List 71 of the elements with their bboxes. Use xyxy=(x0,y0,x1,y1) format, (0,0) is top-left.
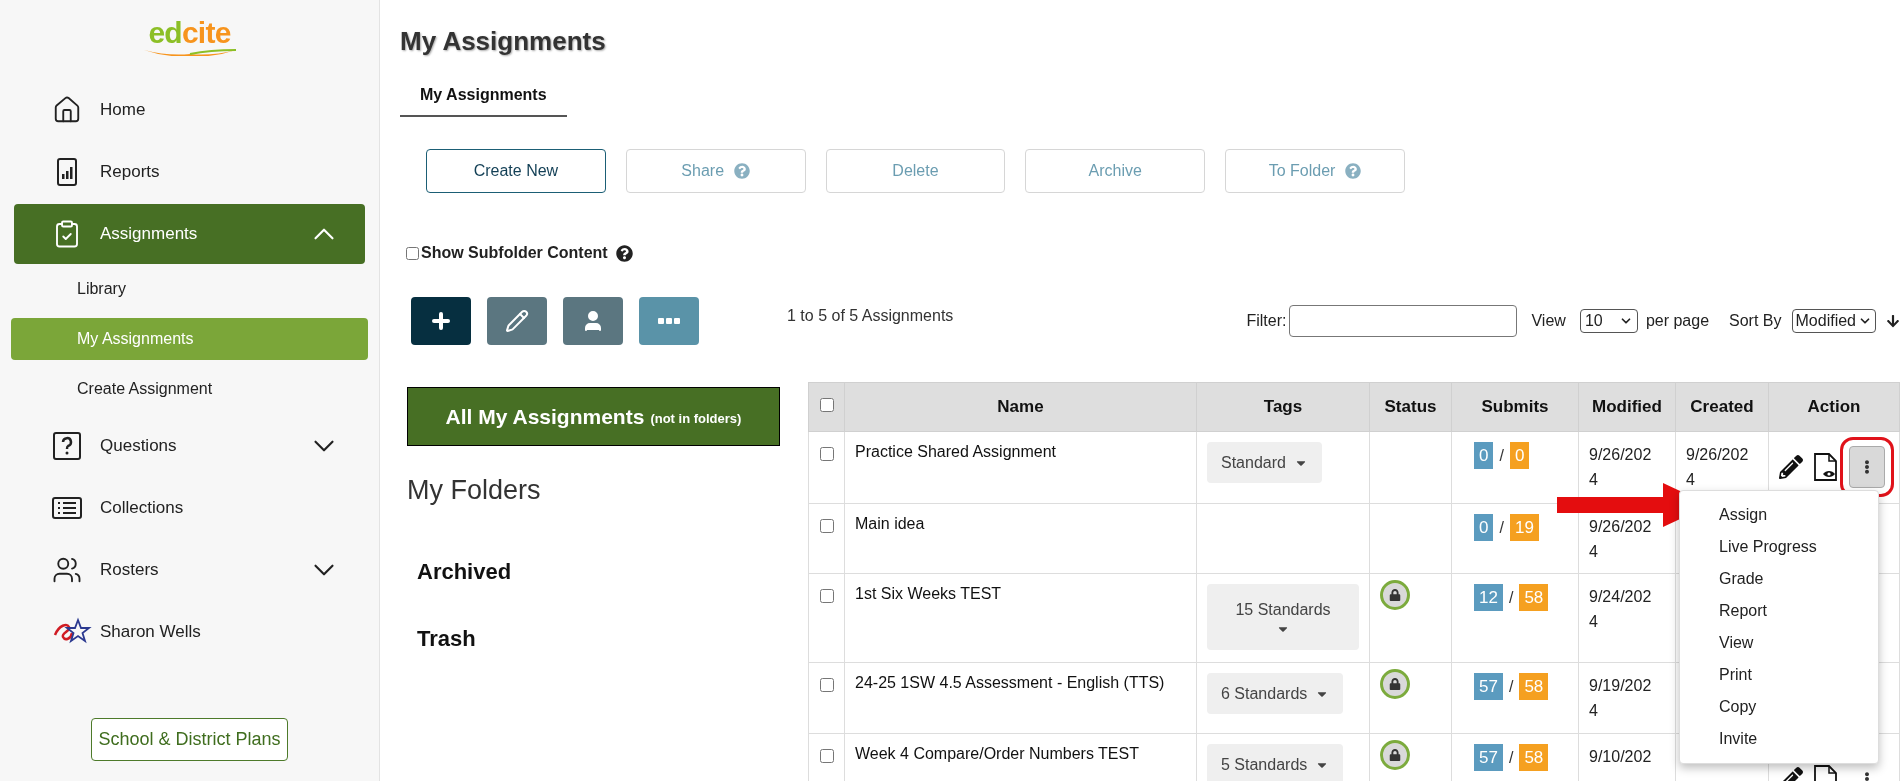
separator: / xyxy=(1508,747,1514,768)
menu-item[interactable]: View xyxy=(1680,627,1878,659)
assignment-name[interactable]: Main idea xyxy=(855,515,925,532)
created-date: 9/26/2024 xyxy=(1686,445,1750,490)
nav-item[interactable]: Assignments xyxy=(14,204,365,264)
result-count: 1 to 5 of 5 Assignments xyxy=(787,306,954,326)
tags-dropdown[interactable]: Standard xyxy=(1207,442,1322,483)
logo: edcite xyxy=(148,18,231,48)
menu-item[interactable]: Assign xyxy=(1680,499,1878,531)
column-header: Modified xyxy=(1578,382,1676,432)
total-count: 19 xyxy=(1509,514,1539,541)
folder-item[interactable]: Trash xyxy=(417,621,808,655)
assignment-name[interactable]: 1st Six Weeks TEST xyxy=(855,585,1002,602)
nav-item[interactable]: Questions xyxy=(14,416,365,476)
nav-subitem[interactable]: Library xyxy=(11,268,368,310)
separator: / xyxy=(1508,676,1514,697)
column-header: Name xyxy=(844,382,1197,432)
modified-date: 9/19/2024 xyxy=(1589,676,1653,721)
column-header: Tags xyxy=(1196,382,1370,432)
menu-item[interactable]: Live Progress xyxy=(1680,531,1878,563)
folder-item[interactable]: Archived xyxy=(417,554,808,588)
sort-select[interactable]: Modified xyxy=(1791,309,1876,333)
folders-heading: My Folders xyxy=(407,474,542,507)
nav-item[interactable]: Reports xyxy=(14,142,365,202)
sort-label: Sort By xyxy=(1729,311,1782,331)
all-assignments-folder[interactable]: All My Assignments (not in folders) xyxy=(407,387,780,446)
view-label: View xyxy=(1531,311,1566,331)
modified-date: 9/26/2024 xyxy=(1589,445,1653,490)
checkbox-label: Show Subfolder Content xyxy=(421,243,608,263)
modified-date: 9/10/202 xyxy=(1589,747,1653,767)
view-select[interactable]: 10 xyxy=(1579,309,1638,333)
folder-label: All My Assignments xyxy=(445,403,645,430)
submitted-count: 12 xyxy=(1474,584,1503,611)
separator: / xyxy=(1499,517,1504,538)
total-count: 58 xyxy=(1519,744,1549,771)
page-title: My Assignments xyxy=(400,25,607,58)
menu-item[interactable]: Print xyxy=(1680,659,1878,691)
folder-note: (not in folders) xyxy=(650,409,742,428)
separator: / xyxy=(1499,445,1504,466)
menu-item[interactable]: Report xyxy=(1680,595,1878,627)
action-button[interactable]: Create New xyxy=(426,149,606,193)
column-header: Submits xyxy=(1451,382,1579,432)
column-header: Created xyxy=(1675,382,1769,432)
tags-dropdown[interactable]: 15 Standards xyxy=(1207,584,1359,650)
nav-item[interactable]: Rosters xyxy=(14,540,365,600)
tags-dropdown[interactable]: 6 Standards xyxy=(1207,673,1344,714)
submitted-count: 0 xyxy=(1474,514,1494,541)
submitted-count: 0 xyxy=(1474,442,1494,469)
menu-item[interactable]: Invite xyxy=(1680,723,1878,755)
tags-dropdown[interactable]: 5 Standards xyxy=(1207,744,1344,781)
menu-item[interactable]: Copy xyxy=(1680,691,1878,723)
assignment-name[interactable]: Practice Shared Assignment xyxy=(855,443,1056,460)
separator: / xyxy=(1508,587,1514,608)
total-count: 58 xyxy=(1519,584,1549,611)
filter-label: Filter: xyxy=(1246,311,1287,331)
submitted-count: 57 xyxy=(1474,673,1503,700)
modified-date: 9/24/2024 xyxy=(1589,587,1653,632)
submitted-count: 57 xyxy=(1474,744,1503,771)
column-header: Action xyxy=(1768,382,1900,432)
nav-subitem[interactable]: Create Assignment xyxy=(11,368,368,410)
nav-item[interactable]: Collections xyxy=(14,478,365,538)
nav-item[interactable]: Sharon Wells xyxy=(14,602,365,662)
total-count: 58 xyxy=(1519,673,1549,700)
nav-item[interactable]: Home xyxy=(14,80,365,140)
plans-button[interactable]: School & District Plans xyxy=(91,718,288,761)
modified-date: 9/26/2024 xyxy=(1589,517,1653,562)
tab[interactable]: My Assignments xyxy=(400,75,567,117)
column-header: Status xyxy=(1369,382,1452,432)
per-page-label: per page xyxy=(1645,311,1710,331)
total-count: 0 xyxy=(1509,442,1530,469)
menu-item[interactable]: Grade xyxy=(1680,563,1878,595)
